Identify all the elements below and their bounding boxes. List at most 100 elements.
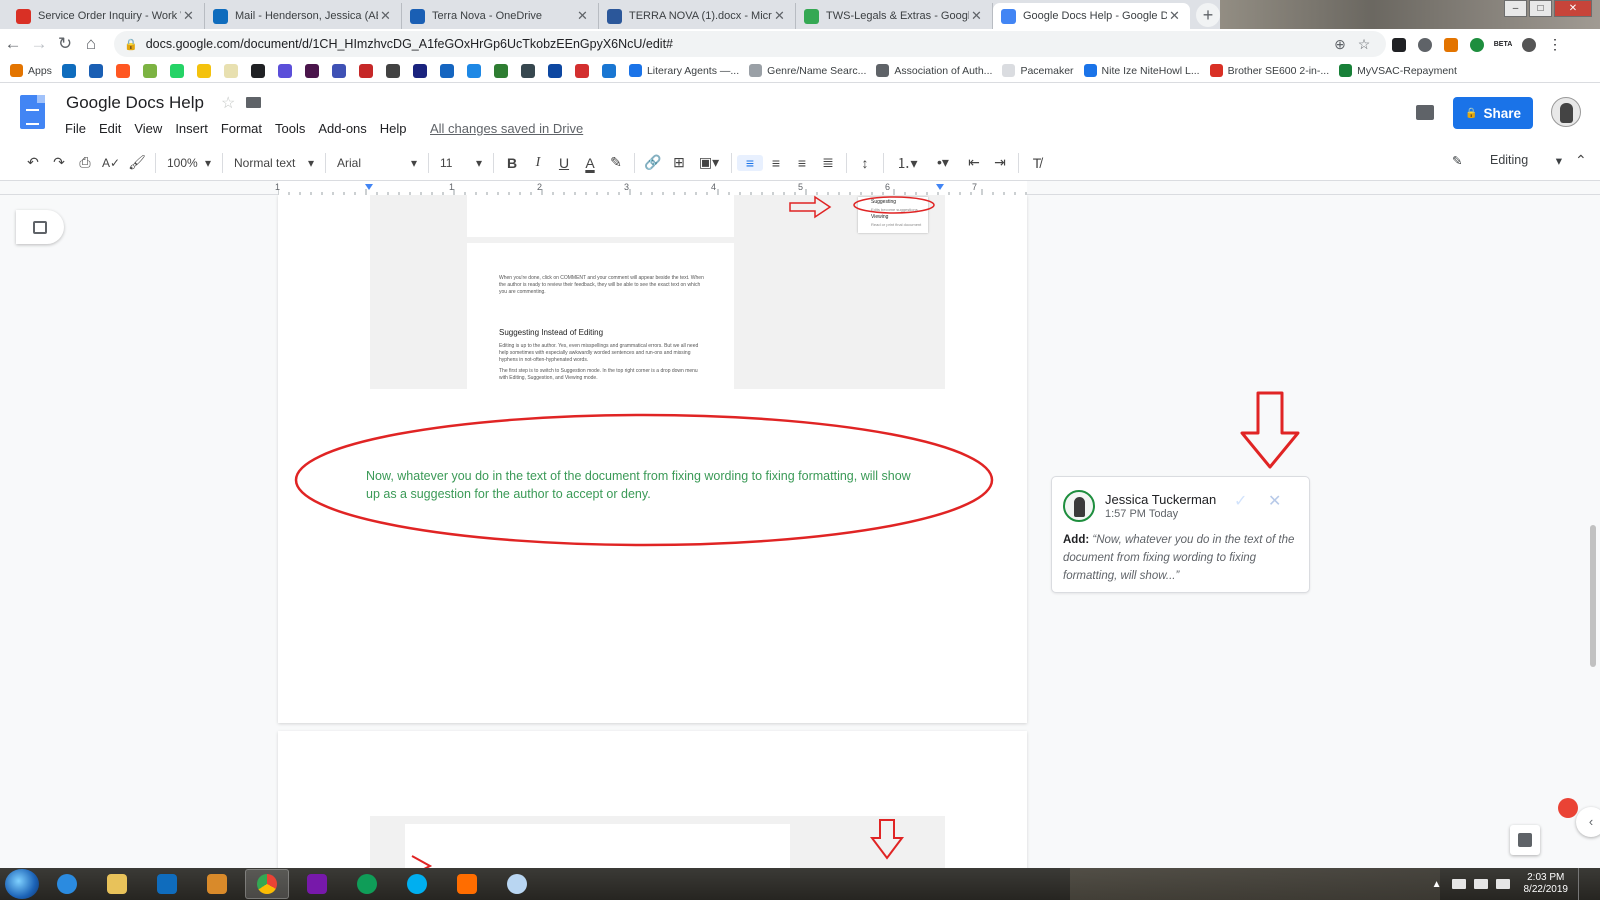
- menu-edit[interactable]: Edit: [99, 121, 121, 136]
- paint-format-icon[interactable]: 🖌: [124, 154, 150, 171]
- bookmark-favicon-icon[interactable]: [88, 63, 103, 78]
- align-right-icon[interactable]: ≡: [789, 155, 815, 171]
- bookmark-favicon-icon[interactable]: [493, 63, 508, 78]
- show-desktop-button[interactable]: [1578, 868, 1590, 900]
- close-window-icon[interactable]: ✕: [1554, 0, 1592, 17]
- forward-icon[interactable]: →: [26, 34, 52, 54]
- suggestion-comment-card[interactable]: Jessica Tuckerman 1:57 PM Today ✓ ✕ Add:…: [1051, 476, 1310, 593]
- maximize-icon[interactable]: □: [1529, 0, 1552, 17]
- bookmark-item[interactable]: Nite Ize NiteHowl L...: [1083, 64, 1200, 77]
- browser-tab[interactable]: Mail - Henderson, Jessica (ABC N✕: [205, 3, 402, 29]
- document-title[interactable]: Google Docs Help: [66, 93, 204, 113]
- start-button-icon[interactable]: [5, 869, 39, 899]
- url-text[interactable]: docs.google.com/document/d/1CH_HImzhvcDG…: [146, 37, 1328, 51]
- save-status-link[interactable]: All changes saved in Drive: [430, 121, 583, 136]
- print-icon[interactable]: ⎙: [72, 154, 98, 171]
- browser-tab[interactable]: TWS-Legals & Extras - Google Dr✕: [796, 3, 993, 29]
- link-icon[interactable]: 🔗: [640, 154, 666, 171]
- menu-insert[interactable]: Insert: [175, 121, 208, 136]
- embedded-screenshot[interactable]: [370, 816, 945, 868]
- menu-add-ons[interactable]: Add-ons: [318, 121, 366, 136]
- increase-indent-icon[interactable]: ⇥: [987, 154, 1013, 171]
- taskbar-explorer-icon[interactable]: [95, 869, 139, 899]
- extension-shield-icon[interactable]: [1386, 36, 1412, 52]
- close-tab-icon[interactable]: ✕: [772, 8, 787, 24]
- new-tab-button[interactable]: +: [1196, 3, 1220, 27]
- back-icon[interactable]: ←: [0, 34, 26, 54]
- document-page[interactable]: [278, 731, 1027, 868]
- taskbar-app-icon[interactable]: [445, 869, 489, 899]
- italic-icon[interactable]: I: [525, 155, 551, 171]
- bold-icon[interactable]: B: [499, 155, 525, 171]
- taskbar-hangouts-icon[interactable]: [345, 869, 389, 899]
- menu-file[interactable]: File: [65, 121, 86, 136]
- bookmark-favicon-icon[interactable]: [574, 63, 589, 78]
- justify-icon[interactable]: ≣: [815, 154, 841, 171]
- taskbar-media-icon[interactable]: [195, 869, 239, 899]
- notification-badge-icon[interactable]: [1558, 798, 1578, 818]
- bookmark-item[interactable]: Literary Agents —...: [628, 64, 739, 77]
- insert-image-icon[interactable]: ▣▾: [692, 154, 726, 171]
- ruler-page[interactable]: 1 1 2 3 4 5 6 7: [275, 181, 1027, 195]
- google-docs-logo-icon[interactable]: [20, 95, 45, 129]
- taskbar-paint-icon[interactable]: [495, 869, 539, 899]
- bookmark-favicon-icon[interactable]: [385, 63, 400, 78]
- minimize-icon[interactable]: –: [1504, 0, 1527, 17]
- underline-icon[interactable]: U: [551, 155, 577, 171]
- bookmark-favicon-icon[interactable]: [277, 63, 292, 78]
- bookmark-favicon-icon[interactable]: [250, 63, 265, 78]
- system-clock[interactable]: 2:03 PM 8/22/2019: [1524, 872, 1569, 896]
- extension-k-icon[interactable]: [1438, 36, 1464, 52]
- bulleted-list-icon[interactable]: •▾: [925, 154, 961, 171]
- extension-green-icon[interactable]: [1464, 36, 1490, 52]
- close-tab-icon[interactable]: ✕: [1167, 8, 1182, 24]
- line-spacing-icon[interactable]: ↕: [852, 155, 878, 171]
- bookmark-favicon-icon[interactable]: [169, 63, 184, 78]
- side-panel-toggle[interactable]: ‹: [1576, 807, 1600, 837]
- bookmark-favicon-icon[interactable]: [601, 63, 616, 78]
- bookmark-favicon-icon[interactable]: [439, 63, 454, 78]
- close-tab-icon[interactable]: ✕: [378, 8, 393, 24]
- folder-icon[interactable]: [246, 97, 261, 108]
- suggested-text[interactable]: Now, whatever you do in the text of the …: [366, 467, 926, 503]
- text-color-icon[interactable]: A: [577, 155, 603, 171]
- editing-mode-select[interactable]: ✎ Editing ▾: [1452, 153, 1562, 168]
- taskbar-onenote-icon[interactable]: [295, 869, 339, 899]
- document-outline-button[interactable]: [16, 210, 64, 244]
- vertical-scrollbar[interactable]: [1590, 525, 1596, 667]
- bookmark-favicon-icon[interactable]: [142, 63, 157, 78]
- decrease-indent-icon[interactable]: ⇤: [961, 154, 987, 171]
- bookmark-favicon-icon[interactable]: [331, 63, 346, 78]
- align-center-icon[interactable]: ≡: [763, 155, 789, 171]
- redo-icon[interactable]: ↷: [46, 154, 72, 171]
- comment-history-icon[interactable]: [1416, 105, 1434, 120]
- explore-button[interactable]: [1510, 825, 1540, 855]
- reject-suggestion-icon[interactable]: ✕: [1268, 491, 1281, 511]
- undo-icon[interactable]: ↶: [20, 154, 46, 171]
- extension-circle-icon[interactable]: [1412, 36, 1438, 52]
- menu-format[interactable]: Format: [221, 121, 262, 136]
- menu-tools[interactable]: Tools: [275, 121, 305, 136]
- volume-icon[interactable]: [1495, 879, 1510, 889]
- style-select[interactable]: Normal text ▾: [228, 156, 320, 170]
- extension-beta-icon[interactable]: BETA: [1490, 41, 1516, 48]
- zoom-select[interactable]: 100% ▾: [161, 156, 217, 170]
- close-tab-icon[interactable]: ✕: [181, 8, 196, 24]
- account-avatar[interactable]: [1551, 97, 1581, 127]
- bookmark-favicon-icon[interactable]: [223, 63, 238, 78]
- flag-icon[interactable]: [1451, 879, 1466, 889]
- bookmark-favicon-icon[interactable]: [115, 63, 130, 78]
- add-comment-icon[interactable]: ⊞: [666, 154, 692, 171]
- taskbar-outlook-icon[interactable]: [145, 869, 189, 899]
- browser-tab[interactable]: Google Docs Help - Google Docs✕: [993, 3, 1190, 29]
- address-bar[interactable]: 🔒 docs.google.com/document/d/1CH_HImzhvc…: [114, 31, 1386, 57]
- accept-suggestion-icon[interactable]: ✓: [1234, 491, 1247, 511]
- network-icon[interactable]: [1473, 879, 1488, 889]
- font-size-select[interactable]: 11 ▾: [434, 156, 488, 170]
- tray-expand-icon[interactable]: ▲: [1432, 879, 1442, 890]
- close-tab-icon[interactable]: ✕: [575, 8, 590, 24]
- browser-tab[interactable]: Terra Nova - OneDrive ✕: [402, 3, 599, 29]
- bookmark-item[interactable]: Brother SE600 2-in-...: [1209, 64, 1329, 77]
- menu-view[interactable]: View: [134, 121, 162, 136]
- home-icon[interactable]: ⌂: [78, 34, 104, 54]
